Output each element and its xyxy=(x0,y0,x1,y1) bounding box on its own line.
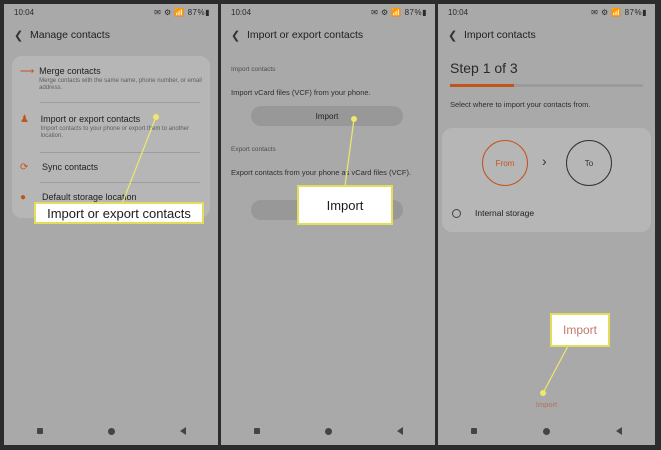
status-bar: 10:04 ✉ ⚙ 📶 87%▮ xyxy=(448,8,647,20)
phone-screen-manage-contacts: 10:04 ✉ ⚙ 📶 87%▮ ❮ Manage contacts ⟶ Mer… xyxy=(4,4,218,445)
callout-label: Import or export contacts xyxy=(34,202,204,224)
phone-screen-import-export: 10:04 ✉ ⚙ 📶 87%▮ ❮ Import or export cont… xyxy=(221,4,435,445)
page-title: Import contacts xyxy=(464,29,536,41)
divider xyxy=(40,102,200,103)
status-time: 10:04 xyxy=(231,8,252,17)
radio-button[interactable] xyxy=(452,208,461,218)
navigation-bar xyxy=(221,425,435,437)
step-progress-bar xyxy=(450,84,643,87)
from-circle[interactable]: From xyxy=(482,140,528,186)
sync-title: Sync contacts xyxy=(42,162,99,172)
merge-icon: ⟶ xyxy=(20,66,35,77)
recents-icon[interactable] xyxy=(471,428,477,434)
navigation-bar xyxy=(438,425,655,437)
callout-label: Import xyxy=(550,313,610,347)
source-card: From › To Internal storage xyxy=(442,128,651,232)
highlight-dot xyxy=(153,114,159,120)
radio-label: Internal storage xyxy=(475,208,535,218)
home-icon[interactable] xyxy=(324,427,332,435)
import-description: Import vCard files (VCF) from your phone… xyxy=(231,88,371,97)
page-title: Import or export contacts xyxy=(247,29,364,41)
import-export-title: Import or export contacts xyxy=(40,114,141,124)
back-arrow-icon[interactable]: ❮ xyxy=(448,29,464,42)
internal-storage-option[interactable]: Internal storage xyxy=(452,208,534,218)
back-nav-icon[interactable] xyxy=(179,427,186,435)
step-label: Step 1 of 3 xyxy=(450,60,518,76)
import-button[interactable]: Import xyxy=(438,400,655,409)
sync-icon: ⟳ xyxy=(20,162,29,173)
app-header: ❮ Manage contacts xyxy=(14,26,210,44)
status-bar: 10:04 ✉ ⚙ 📶 87%▮ xyxy=(231,8,427,20)
app-header: ❮ Import contacts xyxy=(448,26,647,44)
highlight-dot xyxy=(351,116,357,122)
status-time: 10:04 xyxy=(448,8,469,17)
import-export-subtitle: Import contacts to your phone or export … xyxy=(40,126,190,139)
status-bar: 10:04 ✉ ⚙ 📶 87%▮ xyxy=(14,8,210,20)
recents-icon[interactable] xyxy=(253,428,260,434)
step-progress-fill xyxy=(450,84,514,87)
status-icons: ✉ ⚙ 📶 87%▮ xyxy=(154,8,210,17)
sync-contacts-item[interactable]: ⟳ Sync contacts xyxy=(20,162,202,173)
merge-title: Merge contacts xyxy=(39,66,101,76)
divider xyxy=(40,182,200,183)
import-section-label: Import contacts xyxy=(231,66,276,73)
divider xyxy=(40,152,200,153)
back-nav-icon[interactable] xyxy=(396,427,403,435)
back-nav-icon[interactable] xyxy=(616,427,622,435)
instruction-text: Select where to import your contacts fro… xyxy=(450,100,591,109)
merge-subtitle: Merge contacts with the same name, phone… xyxy=(39,78,202,91)
person-transfer-icon: ♟ xyxy=(20,114,29,125)
options-card: ⟶ Merge contacts Merge contacts with the… xyxy=(12,56,210,218)
status-icons: ✉ ⚙ 📶 87%▮ xyxy=(371,8,427,17)
chevron-right-icon: › xyxy=(542,153,547,169)
screenshot-frame: 10:04 ✉ ⚙ 📶 87%▮ ❮ Manage contacts ⟶ Mer… xyxy=(0,0,661,450)
status-icons: ✉ ⚙ 📶 87%▮ xyxy=(591,8,647,17)
home-icon[interactable] xyxy=(107,427,115,435)
callout-label: Import xyxy=(297,185,393,225)
page-title: Manage contacts xyxy=(30,29,110,41)
phone-screen-import-contacts: 10:04 ✉ ⚙ 📶 87%▮ ❮ Import contacts Step … xyxy=(438,4,655,445)
recents-icon[interactable] xyxy=(36,428,43,434)
navigation-bar xyxy=(4,425,218,437)
back-arrow-icon[interactable]: ❮ xyxy=(231,29,247,42)
status-time: 10:04 xyxy=(14,8,35,17)
highlight-dot xyxy=(540,390,546,396)
merge-contacts-item[interactable]: ⟶ Merge contacts Merge contacts with the… xyxy=(20,66,202,92)
app-header: ❮ Import or export contacts xyxy=(231,26,427,44)
export-description: Export contacts from your phone as vCard… xyxy=(231,168,412,177)
back-arrow-icon[interactable]: ❮ xyxy=(14,29,30,42)
home-icon[interactable] xyxy=(543,427,550,435)
to-circle[interactable]: To xyxy=(566,140,612,186)
export-section-label: Export contacts xyxy=(231,146,276,153)
import-export-item[interactable]: ♟ Import or export contacts Import conta… xyxy=(20,114,202,140)
import-button[interactable]: Import xyxy=(251,106,403,126)
